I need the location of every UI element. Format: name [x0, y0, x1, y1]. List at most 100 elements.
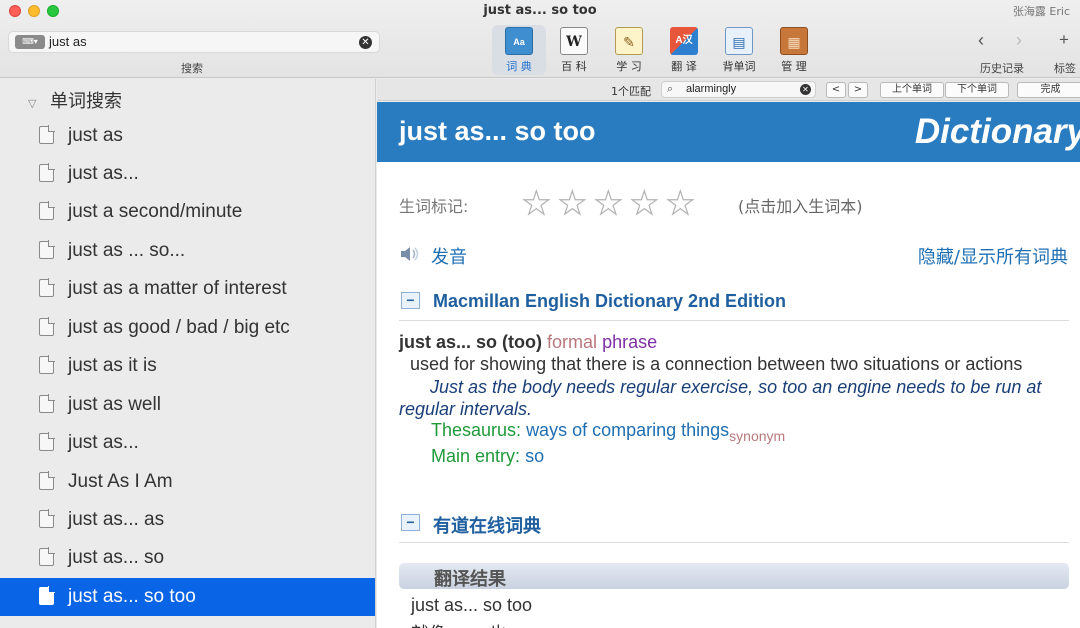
- history-caption: 历史记录: [980, 62, 1024, 75]
- document-icon: [39, 509, 55, 528]
- sidebar-item[interactable]: just as...: [0, 155, 375, 193]
- sidebar-item[interactable]: just as... so: [0, 539, 375, 577]
- star-icon[interactable]: ★: [665, 184, 695, 222]
- flashcard-book-icon: ▤: [725, 27, 753, 55]
- document-icon: [39, 317, 55, 336]
- document-icon: [39, 201, 55, 220]
- search-caption: 搜索: [181, 62, 203, 75]
- add-bookmark-icon[interactable]: +: [1059, 30, 1069, 50]
- sidebar-heading[interactable]: ▽ 单词搜索: [28, 87, 122, 113]
- sidebar-item[interactable]: just as ... so...: [0, 232, 375, 270]
- clear-find-icon[interactable]: ✕: [800, 84, 811, 95]
- sidebar-item-selected[interactable]: just as... so too: [0, 578, 375, 616]
- bookmark-caption: 标签: [1054, 62, 1076, 75]
- sidebar-item[interactable]: just as well: [0, 386, 375, 424]
- encyclopedia-button[interactable]: W 百 科: [547, 25, 601, 75]
- section-title-youdao: 有道在线词典: [433, 516, 541, 537]
- star-icon[interactable]: ★: [557, 184, 587, 222]
- pronounce-link[interactable]: 发音: [431, 243, 467, 269]
- document-icon: [39, 586, 55, 605]
- done-button[interactable]: 完成: [1017, 82, 1080, 98]
- collapse-section-button[interactable]: −: [401, 514, 420, 531]
- wikipedia-icon: W: [560, 27, 588, 55]
- find-bar: 1个匹配 ⌕ alarmingly ✕ < > 上个单词 下个单词 完成: [377, 79, 1080, 101]
- match-count: 1个匹配: [611, 85, 651, 98]
- translation-source: just as... so too: [411, 595, 533, 615]
- sidebar-item[interactable]: just as... as: [0, 501, 375, 539]
- entry-title: just as... so too: [399, 116, 596, 146]
- clear-search-icon[interactable]: ✕: [359, 36, 372, 49]
- disclosure-triangle-icon[interactable]: ▽: [28, 97, 50, 110]
- find-previous-button[interactable]: <: [826, 82, 846, 98]
- speaker-icon[interactable]: [399, 244, 421, 264]
- document-icon: [39, 355, 55, 374]
- find-field[interactable]: ⌕ alarmingly ✕: [661, 81, 816, 98]
- forward-icon[interactable]: ›: [1016, 30, 1022, 51]
- thesaurus-link[interactable]: ways of comparing things: [526, 420, 729, 440]
- document-icon: [39, 163, 55, 182]
- main-entry-link[interactable]: so: [525, 446, 544, 466]
- document-icon: [39, 394, 55, 413]
- toolbar: just as... so too 张海露 Eric ⌨▾ just as ✕ …: [0, 0, 1080, 78]
- synonym-tag: synonym: [729, 428, 786, 444]
- sidebar-item[interactable]: just as a matter of interest: [0, 270, 375, 308]
- translation-header: 翻译结果: [399, 563, 1069, 590]
- headword: just as... so (too): [399, 332, 543, 352]
- flashcards-button[interactable]: ▤ 背单词: [712, 25, 766, 75]
- headword-line: just as... so (too) formal phrase: [399, 332, 657, 353]
- study-notepad-icon: ✎: [615, 27, 643, 55]
- app-window: just as... so too 张海露 Eric ⌨▾ just as ✕ …: [0, 0, 1080, 628]
- dictionary-brand: Dictionary: [914, 112, 1080, 151]
- rating-hint: (点击加入生词本): [738, 197, 863, 216]
- document-icon: [39, 432, 55, 451]
- section-divider: [399, 542, 1069, 543]
- document-icon: [39, 471, 55, 490]
- study-button[interactable]: ✎ 学 习: [602, 25, 656, 75]
- section-divider: [399, 320, 1069, 321]
- search-scope-icon[interactable]: ⌨▾: [15, 35, 45, 49]
- section-title-macmillan: Macmillan English Dictionary 2nd Edition: [433, 291, 787, 311]
- window-title: just as... so too: [483, 3, 597, 18]
- entry-banner: just as... so too Dictionary: [377, 102, 1080, 162]
- toggle-all-dictionaries-link[interactable]: 隐藏/显示所有词典: [918, 243, 1068, 269]
- translate-icon: A汉: [670, 27, 698, 55]
- part-of-speech: phrase: [602, 332, 658, 352]
- entry-content: just as... so too Dictionary 生词标记: ★ ★ ★…: [377, 102, 1080, 628]
- dictionary-button[interactable]: Aa 词 典: [492, 25, 546, 75]
- document-icon: [39, 240, 55, 259]
- search-field[interactable]: ⌨▾ just as ✕: [8, 31, 380, 53]
- user-name: 张海露 Eric: [1012, 5, 1070, 18]
- next-word-button[interactable]: 下个单词: [945, 82, 1009, 98]
- rating-label: 生词标记:: [399, 197, 469, 216]
- find-input[interactable]: alarmingly: [686, 83, 736, 95]
- main-entry-line: Main entry: so: [431, 446, 545, 466]
- collapse-section-button[interactable]: −: [401, 292, 420, 309]
- register-label: formal: [547, 332, 598, 352]
- thesaurus-line: Thesaurus: ways of comparing thingssynon…: [431, 420, 786, 444]
- sidebar-item[interactable]: just as: [0, 117, 375, 155]
- find-next-button[interactable]: >: [848, 82, 868, 98]
- sidebar-item[interactable]: just as...: [0, 424, 375, 462]
- back-icon[interactable]: ‹: [978, 30, 984, 51]
- example-sentence: Just as the body needs regular exercise,…: [399, 377, 1042, 419]
- sidebar-item[interactable]: just a second/minute: [0, 193, 375, 231]
- sidebar-item[interactable]: Just As I Am: [0, 463, 375, 501]
- document-icon: [39, 278, 55, 297]
- star-icon[interactable]: ★: [629, 184, 659, 222]
- sidebar: ▽ 单词搜索 just as just as... just a second/m…: [0, 79, 376, 628]
- star-icon[interactable]: ★: [521, 184, 551, 222]
- cabinet-icon: ▦: [780, 27, 808, 55]
- sidebar-item[interactable]: just as it is: [0, 347, 375, 385]
- document-icon: [39, 547, 55, 566]
- definition: used for showing that there is a connect…: [410, 354, 1023, 374]
- document-icon: [39, 125, 55, 144]
- search-icon: ⌕: [667, 83, 674, 95]
- star-icon[interactable]: ★: [593, 184, 623, 222]
- translation-result: 就像…… 也: [411, 620, 507, 628]
- dictionary-book-icon: Aa: [505, 27, 533, 55]
- translate-button[interactable]: A汉 翻 译: [657, 25, 711, 75]
- search-input[interactable]: just as: [49, 34, 87, 49]
- manage-button[interactable]: ▦ 管 理: [767, 25, 821, 75]
- previous-word-button[interactable]: 上个单词: [880, 82, 944, 98]
- sidebar-item[interactable]: just as good / bad / big etc: [0, 309, 375, 347]
